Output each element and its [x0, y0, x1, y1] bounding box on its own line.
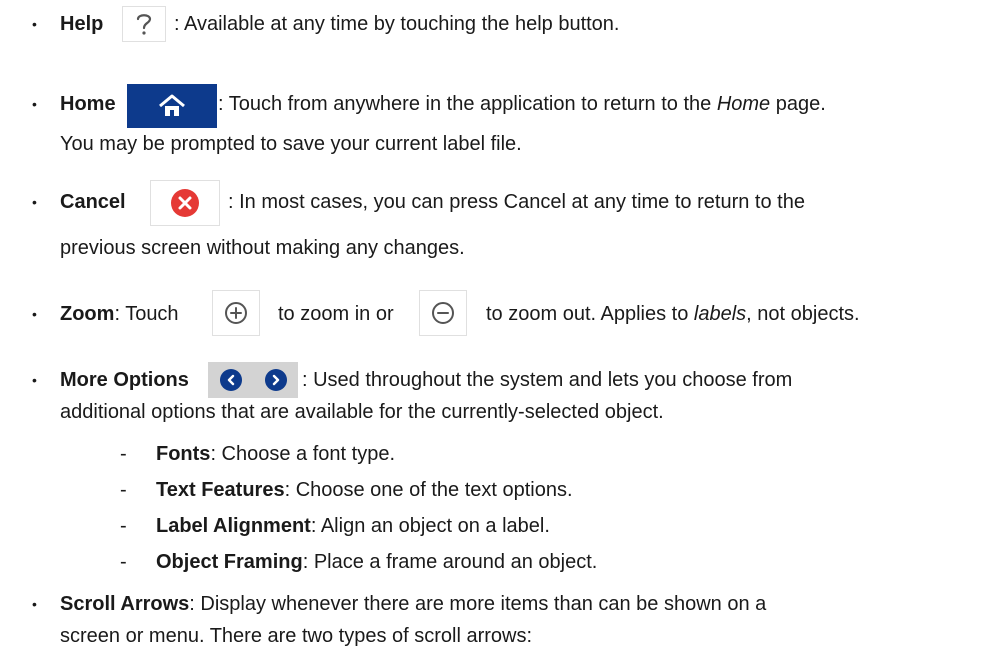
- sub-item-label-alignment: Label Alignment: Align an object on a la…: [156, 514, 550, 538]
- zoom-desc-a: : Touch: [114, 303, 179, 325]
- chevron-right-icon: [272, 374, 279, 386]
- home-desc-text: : Touch from anywhere in the application…: [218, 93, 717, 115]
- previous-option-button[interactable]: [219, 369, 242, 391]
- more-options-arrows: [208, 362, 298, 398]
- zoom-label: Zoom: [60, 303, 115, 325]
- sub-item-object-framing: Object Framing: Place a frame around an …: [156, 550, 597, 574]
- cancel-desc: : In most cases, you can press Cancel at…: [228, 191, 805, 213]
- dash: -: [120, 515, 127, 537]
- dash: -: [120, 551, 127, 573]
- more-options-label: More Options: [60, 369, 189, 391]
- cancel-x-icon: [171, 189, 199, 217]
- home-label: Home: [60, 93, 116, 115]
- more-options-desc-line2: additional options that are available fo…: [60, 401, 664, 423]
- sub-item-label: Text Features: [156, 479, 285, 501]
- cancel-label: Cancel: [60, 191, 126, 213]
- sub-item-fonts: Fonts: Choose a font type.: [156, 442, 395, 466]
- zoom-desc-b: to zoom in or: [278, 303, 394, 325]
- zoom-out-icon: [432, 302, 454, 324]
- zoom-desc-c: to zoom out. Applies to labels, not obje…: [486, 302, 860, 326]
- home-desc-end: page.: [770, 93, 826, 115]
- question-mark-icon: [136, 14, 152, 35]
- scroll-arrows-line: Scroll Arrows: Display whenever there ar…: [60, 592, 766, 616]
- scroll-arrows-label: Scroll Arrows: [60, 593, 190, 615]
- zoom-desc-end: , not objects.: [746, 303, 860, 325]
- zoom-desc-text: to zoom out. Applies to: [486, 303, 694, 325]
- help-label: Help: [60, 13, 104, 35]
- next-option-button[interactable]: [264, 369, 287, 391]
- more-options-desc: : Used throughout the system and lets yo…: [302, 369, 793, 391]
- sub-item-label: Fonts: [156, 443, 211, 465]
- home-icon: [159, 94, 185, 116]
- bullet: •: [32, 306, 37, 322]
- zoom-in-button[interactable]: [212, 290, 260, 336]
- sub-item-label: Label Alignment: [156, 515, 311, 537]
- bullet: •: [32, 194, 37, 210]
- help-desc: : Available at any time by touching the …: [174, 13, 620, 35]
- bullet: •: [32, 372, 37, 388]
- help-button[interactable]: [122, 6, 166, 42]
- scroll-arrows-desc: : Display whenever there are more items …: [189, 593, 767, 615]
- zoom-desc-em: labels: [693, 303, 747, 325]
- home-desc-line2: You may be prompted to save your current…: [60, 133, 522, 155]
- sub-item-text: : Choose one of the text options.: [284, 479, 573, 501]
- home-desc-a: : Touch from anywhere in the application…: [218, 92, 826, 116]
- sub-item-text: : Choose a font type.: [210, 443, 395, 465]
- bullet: •: [32, 596, 37, 612]
- zoom-line: Zoom: Touch: [60, 302, 179, 326]
- sub-item-text: : Place a frame around an object.: [302, 551, 598, 573]
- sub-item-label: Object Framing: [156, 551, 303, 573]
- bullet: •: [32, 96, 37, 112]
- sub-item-text: : Align an object on a label.: [310, 515, 550, 537]
- cancel-desc-line2: previous screen without making any chang…: [60, 237, 465, 259]
- home-button[interactable]: [127, 84, 217, 128]
- zoom-out-button[interactable]: [419, 290, 467, 336]
- home-desc-em: Home: [716, 93, 771, 115]
- dash: -: [120, 443, 127, 465]
- scroll-arrows-desc-line2: screen or menu. There are two types of s…: [60, 625, 533, 647]
- cancel-button[interactable]: [150, 180, 220, 226]
- sub-item-text-features: Text Features: Choose one of the text op…: [156, 478, 573, 502]
- bullet: •: [32, 16, 37, 32]
- dash: -: [120, 479, 127, 501]
- zoom-in-icon: [225, 302, 247, 324]
- chevron-left-icon: [227, 374, 234, 386]
